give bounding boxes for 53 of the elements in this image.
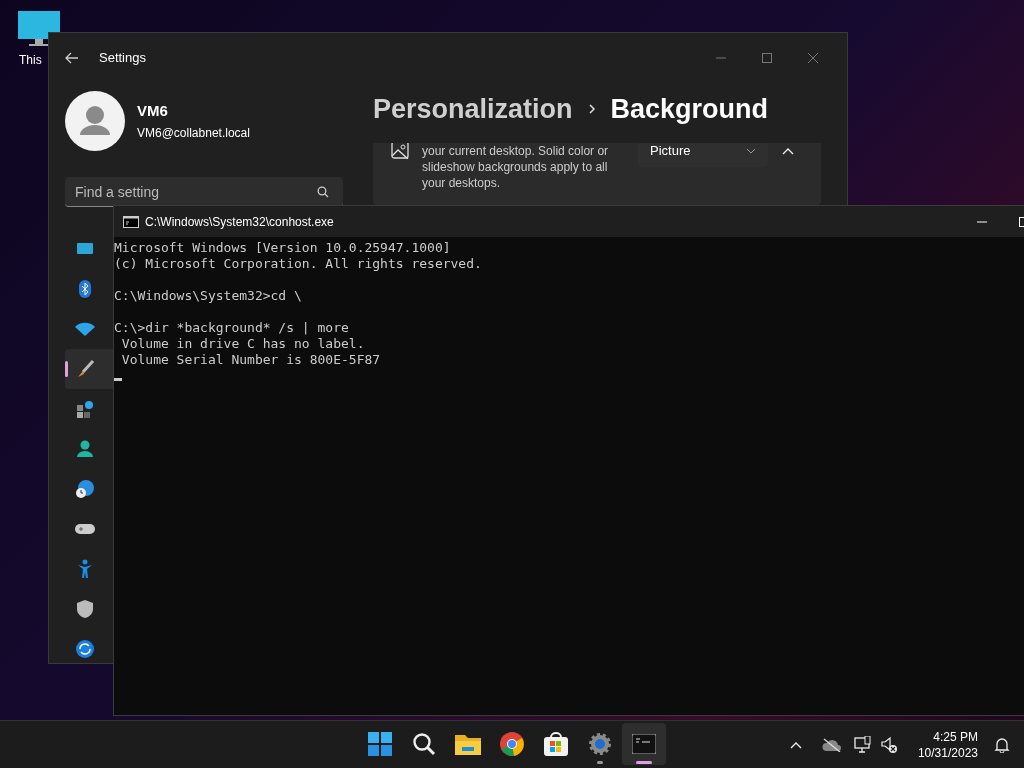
settings-icon <box>77 600 93 618</box>
console-line: Volume in drive C has no label. <box>120 336 365 352</box>
store-icon <box>544 732 568 756</box>
muted-speaker-icon[interactable] <box>879 736 898 754</box>
gear-icon <box>588 732 612 756</box>
image-icon <box>391 143 409 159</box>
close-icon[interactable] <box>805 50 821 66</box>
search-field[interactable]: Find a setting <box>65 177 343 207</box>
dropdown[interactable]: Picture <box>638 143 768 167</box>
settings-icon <box>75 522 95 536</box>
settings-icon <box>75 322 95 336</box>
console-line: (c) Microsoft Corporation. All rights reserved. <box>114 256 482 272</box>
browser-icon <box>500 732 524 756</box>
back-icon[interactable] <box>65 51 79 65</box>
settings-icon <box>75 479 95 499</box>
taskbar-button[interactable] <box>622 723 666 765</box>
avatar <box>65 91 125 151</box>
search-icon <box>317 186 329 198</box>
clock[interactable]: 4:25 PM 10/31/2023 <box>913 729 982 761</box>
settings-icon <box>76 241 94 257</box>
desktop-icon-label[interactable]: This <box>19 51 42 69</box>
text-cursor <box>114 378 122 381</box>
user-email: VM6@collabnet.local <box>137 125 250 143</box>
caret-icon <box>746 148 756 154</box>
network-icon[interactable] <box>853 736 872 754</box>
settings-icon <box>75 359 95 379</box>
settings-icon <box>77 559 93 579</box>
settings-icon <box>76 280 94 298</box>
expand-toggle[interactable] <box>782 147 794 155</box>
bell-icon[interactable] <box>994 737 1010 753</box>
window-title: Settings <box>99 49 146 68</box>
console-line: Microsoft Windows [Version 10.0.25947.1000] <box>114 240 451 256</box>
cloud-icon[interactable] <box>821 738 842 752</box>
terminal-icon <box>632 734 656 754</box>
settings-icon <box>76 440 94 458</box>
nav-item[interactable] <box>65 349 113 389</box>
breadcrumb-item[interactable]: Personalization <box>373 88 573 130</box>
folder-icon <box>455 733 481 755</box>
console-line: C:\>dir *background* /s | more <box>114 320 349 336</box>
console-line: C:\Windows\System32>cd \ <box>114 288 302 304</box>
window-title: C:\Windows\System32\conhost.exe <box>145 213 334 231</box>
console-line: Volume Serial Number is 800E-5F87 <box>120 352 381 368</box>
card-description: your current desktop. Solid color or slideshow backgrounds apply to all your desktops. <box>422 143 610 191</box>
start-icon <box>368 732 392 756</box>
settings-icon <box>75 639 95 659</box>
console-icon <box>123 215 139 228</box>
settings-icon <box>76 400 94 418</box>
computer-icon[interactable] <box>17 10 61 48</box>
user-name: VM6 <box>137 100 169 121</box>
chevron-up-icon[interactable] <box>789 741 802 749</box>
breadcrumb-item: Background <box>610 92 769 126</box>
search-icon <box>412 732 436 756</box>
chevron-icon <box>586 103 597 115</box>
